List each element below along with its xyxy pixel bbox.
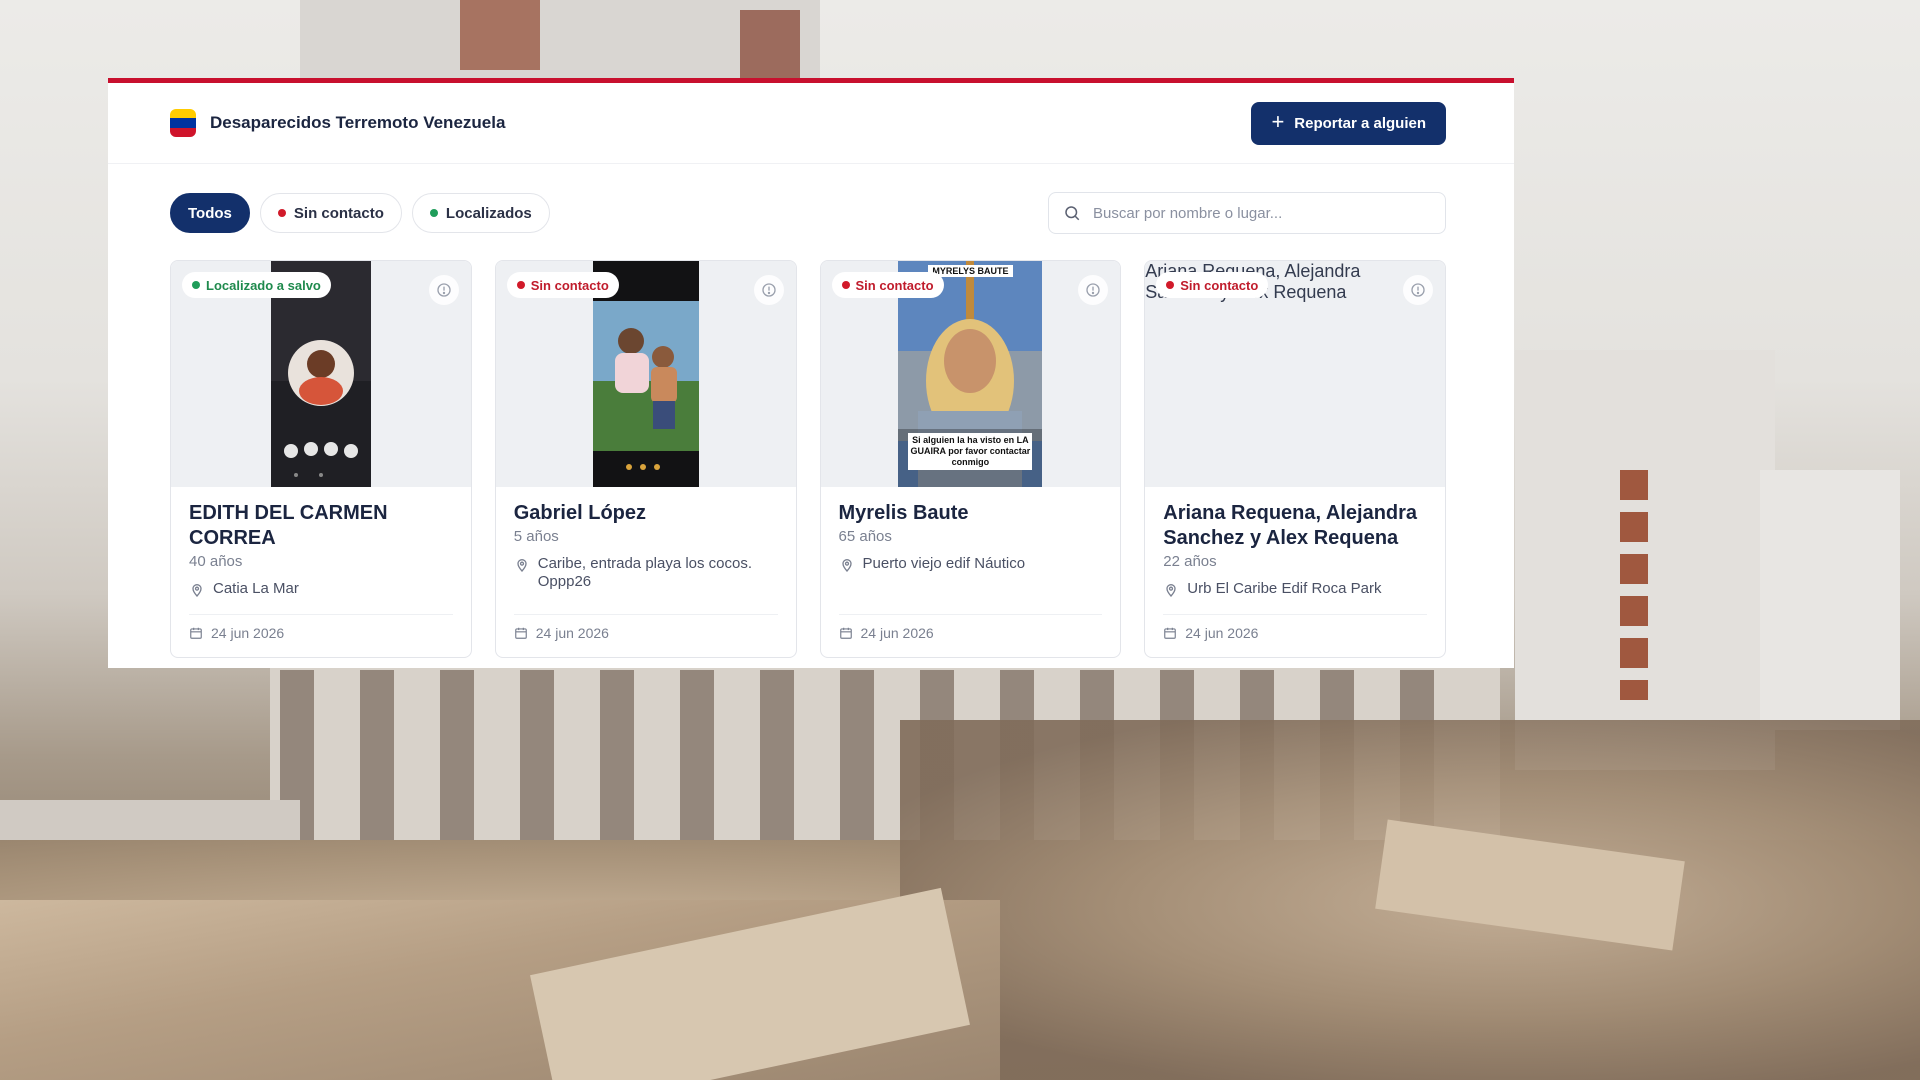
info-button[interactable] [753,275,784,305]
filter-localizados[interactable]: Localizados [411,193,550,233]
person-location: Puerto viejo edif Náutico [839,555,1103,573]
status-label: Sin contacto [530,277,609,293]
calendar-icon [1164,627,1177,639]
status-label: Sin contacto [1180,277,1259,293]
app-panel: Desaparecidos Terremoto Venezuela + Repo… [108,78,1514,668]
map-pin-icon [192,584,202,597]
filter-sin-contacto-label: Sin contacto [293,204,384,222]
person-location: Caribe, entrada playa los cocos. Oppp26 [514,555,778,591]
info-icon [437,283,451,297]
person-age: 5 años [513,528,559,545]
person-photo: Sin contacto [495,261,796,487]
person-age: 22 años [1163,553,1217,570]
location-text: Puerto viejo edif Náutico [862,555,1026,572]
info-icon [761,283,776,297]
red-dot-icon [516,281,525,289]
poster-message-caption: Si alguien la ha visto en LA GUAIRA por … [908,433,1033,470]
status-badge: Localizado a salvo [182,272,331,298]
report-date: 24 jun 2026 [838,614,1103,641]
person-card[interactable]: Sin contacto Gabriel López 5 años Caribe… [494,260,797,658]
map-pin-icon [841,559,852,572]
filter-sin-contacto[interactable]: Sin contacto [259,193,402,233]
person-age: 65 años [838,528,892,545]
date-text: 24 jun 2026 [211,625,285,641]
person-name: Gabriel López [513,502,646,524]
report-button-label: Reportar a alguien [1294,114,1426,132]
person-age: 40 años [189,553,243,570]
green-dot-icon [192,281,200,289]
person-card[interactable]: Localizado a salvo EDITH DEL CARMEN CORR… [170,260,472,658]
green-dot-icon [429,209,438,217]
venezuela-flag-icon [170,109,196,137]
person-name: Myrelis Baute [838,502,969,524]
red-dot-icon [841,281,850,289]
date-text: 24 jun 2026 [535,625,609,641]
filter-localizados-label: Localizados [445,204,532,222]
info-button[interactable] [1403,275,1433,305]
report-date: 24 jun 2026 [513,614,778,641]
plus-icon: + [1271,109,1285,134]
map-pin-icon [517,559,527,572]
people-grid: Localizado a salvo EDITH DEL CARMEN CORR… [108,260,1514,658]
calendar-icon [839,627,852,639]
poster-name-caption: MYRELYS BAUTE [928,265,1013,277]
person-photo: Ariana Requena, Alejandra Sanchez y Alex… [1145,261,1445,487]
map-pin-icon [1166,584,1176,597]
person-card[interactable]: Ariana Requena, Alejandra Sanchez y Alex… [1144,260,1446,658]
status-badge: Sin contacto [831,272,944,298]
filter-all[interactable]: Todos [170,193,250,233]
location-text: Catia La Mar [213,580,299,597]
date-text: 24 jun 2026 [1185,625,1259,641]
info-button[interactable] [428,275,459,305]
status-badge: Sin contacto [506,272,619,298]
status-label: Localizado a salvo [206,277,321,293]
person-name: Ariana Requena, Alejandra Sanchez y Alex… [1163,502,1418,549]
info-icon [1086,283,1100,297]
person-location: Urb El Caribe Edif Roca Park [1163,580,1427,598]
person-location: Catia La Mar [189,580,453,598]
person-name: EDITH DEL CARMEN CORREA [189,502,388,549]
red-dot-icon [1166,281,1175,289]
person-photo: Sin contacto MYRELYS BAUTE Si alguien la… [820,261,1121,487]
calendar-icon [514,627,527,639]
report-date: 24 jun 2026 [1163,614,1427,641]
search-box[interactable] [1048,192,1446,234]
date-text: 24 jun 2026 [860,625,934,641]
report-date: 24 jun 2026 [189,614,453,641]
person-card[interactable]: Sin contacto MYRELYS BAUTE Si alguien la… [819,260,1122,658]
header: Desaparecidos Terremoto Venezuela + Repo… [108,83,1514,164]
calendar-icon [190,627,202,639]
search-icon [1065,206,1080,221]
info-button[interactable] [1078,275,1109,305]
report-person-button[interactable]: + Reportar a alguien [1251,101,1446,145]
status-label: Sin contacto [855,277,934,293]
search-input[interactable] [1091,203,1431,223]
location-text: Caribe, entrada playa los cocos. Oppp26 [537,555,753,590]
person-photo: Localizado a salvo [171,261,471,487]
filter-all-label: Todos [188,204,232,222]
info-icon [1411,283,1425,297]
location-text: Urb El Caribe Edif Roca Park [1187,580,1382,597]
app-title: Desaparecidos Terremoto Venezuela [210,113,506,132]
toolbar: Todos Sin contacto Localizados [108,192,1514,234]
status-badge: Sin contacto [1156,272,1269,298]
filter-chips: Todos Sin contacto Localizados [170,193,550,233]
brand[interactable]: Desaparecidos Terremoto Venezuela [170,109,505,137]
red-dot-icon [277,209,286,217]
